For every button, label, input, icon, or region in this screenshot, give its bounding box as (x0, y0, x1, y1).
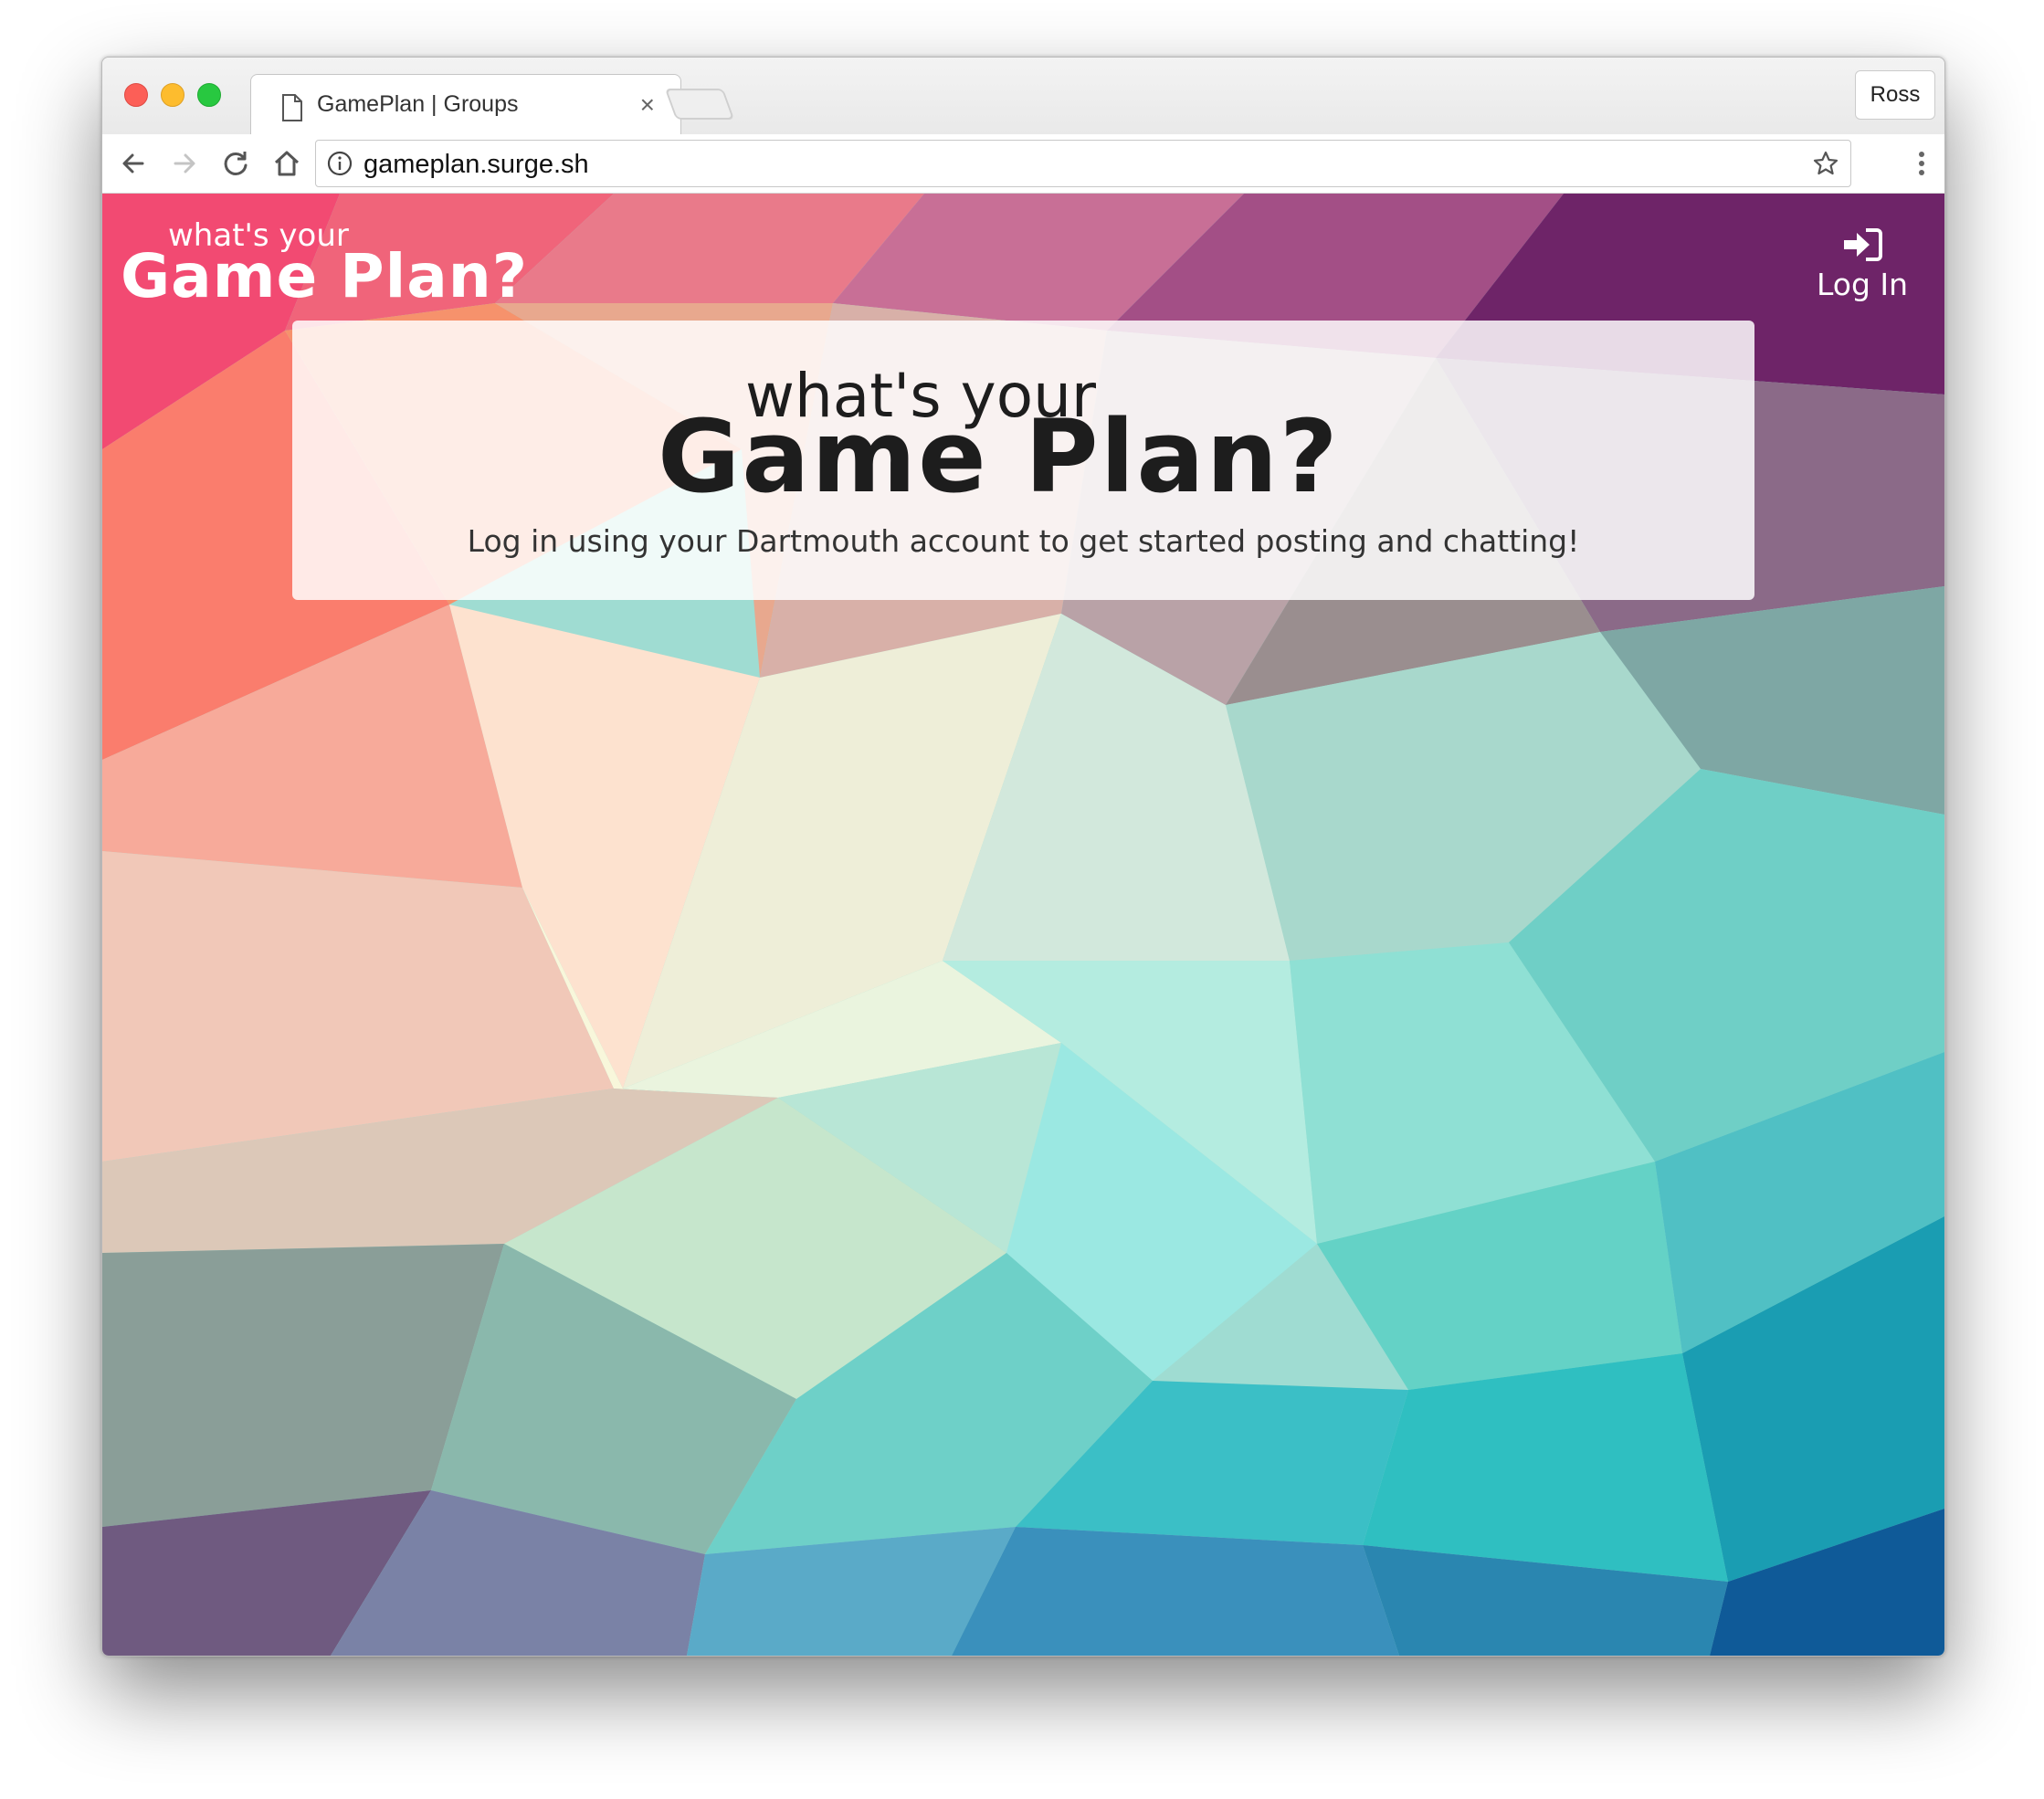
browser-toolbar: gameplan.surge.sh (102, 134, 1944, 194)
browser-tab-active[interactable]: GamePlan | Groups × (250, 74, 681, 137)
browser-window: GamePlan | Groups × Ross gameplan.surge.… (101, 57, 1945, 1657)
new-tab-button[interactable] (664, 89, 735, 120)
page-viewport: what's your Game Plan? Log In what's you… (102, 194, 1944, 1656)
tab-bar: GamePlan | Groups × Ross (102, 58, 1944, 137)
reload-icon[interactable] (219, 147, 252, 180)
hero-card: what's your Game Plan? Log in using your… (292, 321, 1754, 600)
profile-button[interactable]: Ross (1855, 70, 1935, 120)
zoom-window-button[interactable] (197, 83, 221, 107)
back-icon[interactable] (117, 147, 150, 180)
hero-subtitle: Log in using your Dartmouth account to g… (467, 523, 1580, 559)
close-window-button[interactable] (124, 83, 148, 107)
menu-icon[interactable] (1917, 147, 1926, 180)
tab-title: GamePlan | Groups (317, 91, 519, 117)
home-icon[interactable] (270, 147, 303, 180)
site-logo[interactable]: what's your Game Plan? (121, 214, 527, 314)
url-text[interactable]: gameplan.surge.sh (363, 150, 589, 180)
hero-logo: what's your Game Plan? (658, 361, 1407, 507)
sign-in-icon (1844, 228, 1882, 261)
tab-close-icon[interactable]: × (640, 90, 655, 119)
info-icon[interactable] (327, 151, 353, 176)
login-label: Log In (1817, 267, 1909, 302)
site-logo-title: Game Plan? (121, 241, 529, 311)
hero-logo-title: Game Plan? (658, 398, 1340, 515)
login-link[interactable]: Log In (1817, 226, 1908, 309)
star-icon[interactable] (1812, 150, 1839, 177)
address-bar[interactable]: gameplan.surge.sh (315, 140, 1851, 187)
page-icon (282, 94, 302, 121)
minimize-window-button[interactable] (161, 83, 184, 107)
forward-icon[interactable] (168, 147, 201, 180)
